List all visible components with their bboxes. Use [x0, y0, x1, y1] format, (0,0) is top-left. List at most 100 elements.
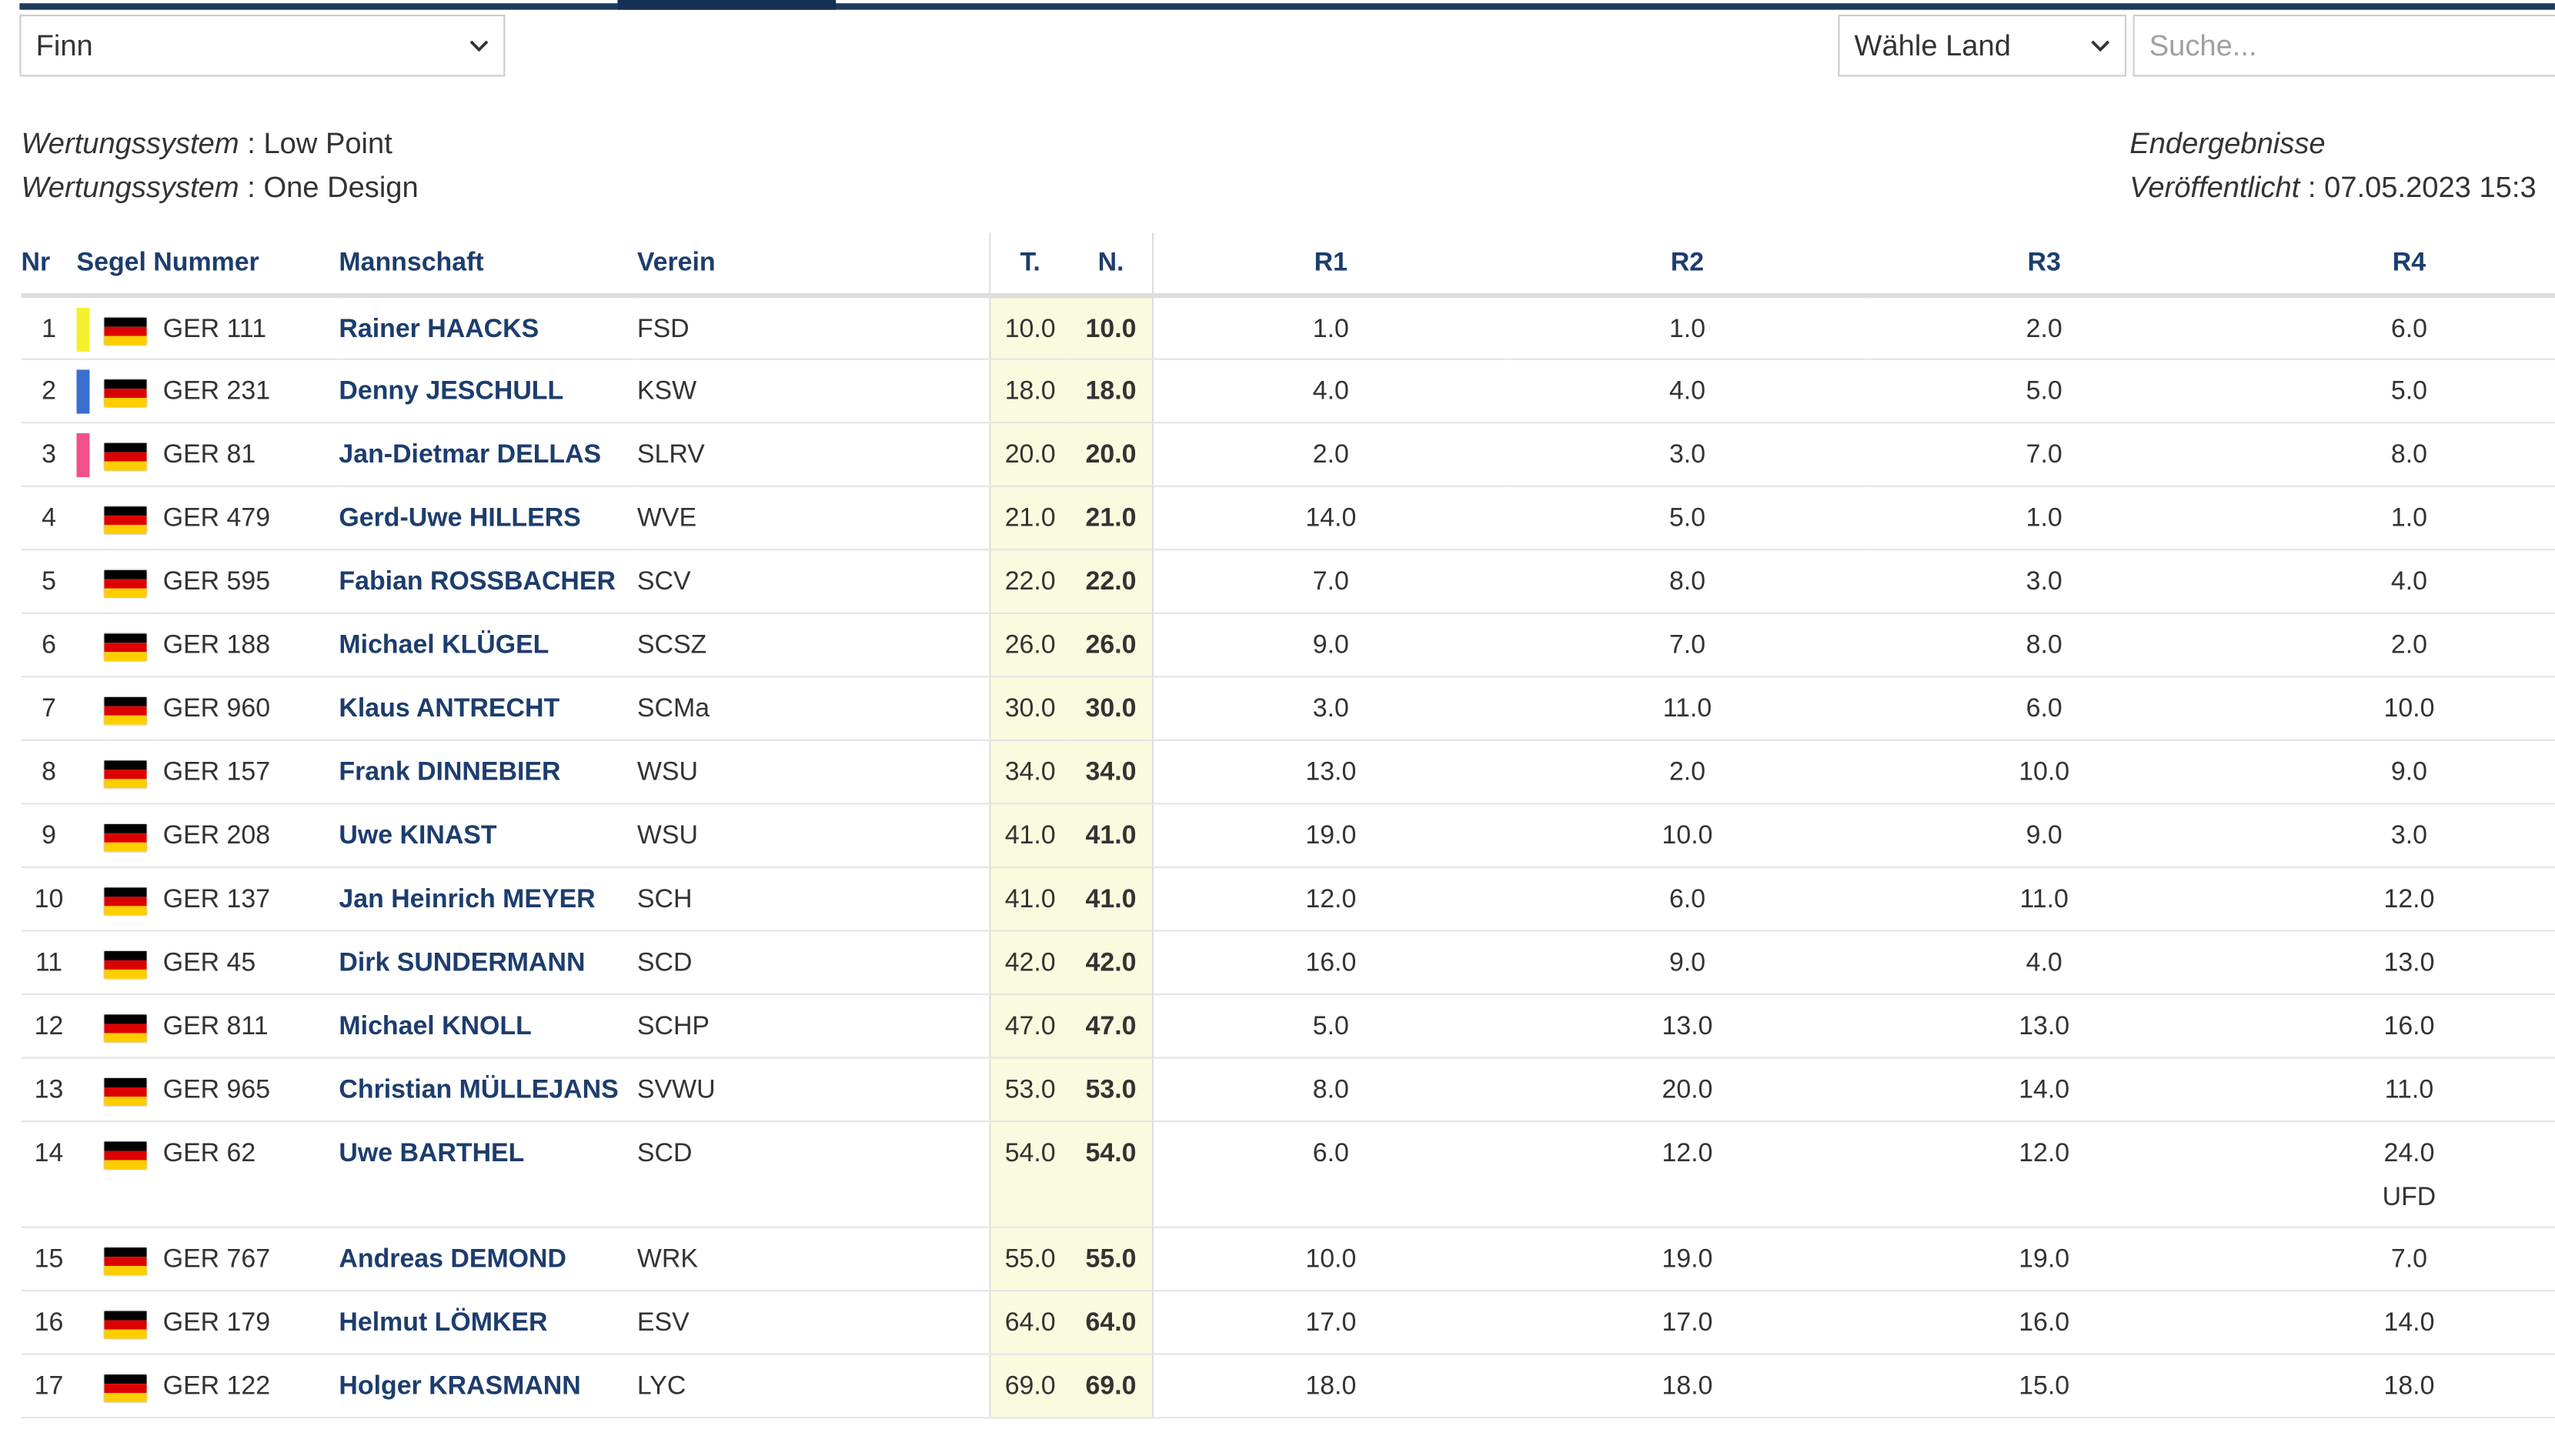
table-row[interactable]: 8 GER 157 Frank DINNEBIER WSU 34.0 34.0 13.0 2.… — [21, 740, 2555, 805]
crew-name[interactable]: Andreas DEMOND — [339, 1227, 637, 1292]
race-2-points: 18.0 — [1508, 1354, 1866, 1419]
race-4-cell: 18.0 — [2223, 1354, 2555, 1419]
class-select-value: Finn — [35, 28, 93, 62]
total-points: 34.0 — [988, 740, 1071, 805]
sail-number-cell: GER 595 — [104, 549, 339, 614]
club: SCMa — [636, 676, 990, 741]
crew-name[interactable]: Rainer HAACKS — [339, 296, 637, 360]
crew-name[interactable]: Gerd-Uwe HILLERS — [339, 486, 637, 551]
crew-name[interactable]: Uwe KINAST — [339, 803, 637, 868]
medal-cell — [76, 740, 105, 805]
sail-number: GER 45 — [162, 949, 256, 977]
sail-number: GER 122 — [162, 1373, 271, 1401]
sail-number-cell: GER 157 — [104, 740, 339, 805]
medal-cell — [76, 296, 105, 360]
net-points: 41.0 — [1070, 867, 1154, 932]
table-row[interactable]: 10 GER 137 Jan Heinrich MEYER SCH 41.0 41.0 12… — [21, 867, 2555, 932]
germany-flag-icon — [104, 506, 147, 535]
crew-name[interactable]: Dirk SUNDERMANN — [339, 930, 637, 996]
search-input[interactable] — [2133, 15, 2555, 77]
table-row[interactable]: 3 GER 81 Jan-Dietmar DELLAS SLRV 20.0 20.0 2.0… — [21, 422, 2555, 487]
race-4-points: 10.0 — [2383, 695, 2435, 723]
race-1-points: 12.0 — [1151, 867, 1509, 932]
crew-name[interactable]: Jan Heinrich MEYER — [339, 867, 637, 932]
total-points: 42.0 — [988, 930, 1071, 996]
header-r3[interactable]: R3 — [1865, 232, 2223, 299]
sail-number: GER 595 — [162, 568, 271, 596]
sail-number: GER 62 — [162, 1140, 256, 1168]
club: ESV — [636, 1291, 990, 1355]
crew-name[interactable]: Jan-Dietmar DELLAS — [339, 422, 637, 487]
club: SCD — [636, 930, 990, 996]
race-3-points: 12.0 — [1865, 1121, 2223, 1228]
crew-name[interactable]: Christian MÜLLEJANS — [339, 1057, 637, 1123]
table-row[interactable]: 11 GER 45 Dirk SUNDERMANN SCD 42.0 42.0 16.0 9.… — [21, 930, 2555, 996]
race-3-points: 13.0 — [1865, 994, 2223, 1059]
crew-name[interactable]: Helmut LÖMKER — [339, 1291, 637, 1355]
race-4-cell: 10.0 — [2223, 676, 2555, 741]
race-3-points: 10.0 — [1865, 740, 2223, 805]
race-3-points: 1.0 — [1865, 486, 2223, 551]
table-row[interactable]: 7 GER 960 Klaus ANTRECHT SCMa 30.0 30.0 3.0 11.… — [21, 676, 2555, 741]
crew-name[interactable]: Uwe BARTHEL — [339, 1121, 637, 1228]
race-1-points: 4.0 — [1151, 359, 1509, 424]
medal-cell — [76, 994, 105, 1059]
crew-name[interactable]: Michael KNOLL — [339, 994, 637, 1059]
crew-name[interactable]: Denny JESCHULL — [339, 359, 637, 424]
race-3-points: 2.0 — [1865, 296, 2223, 360]
table-row[interactable]: 1 GER 111 Rainer HAACKS FSD 10.0 10.0 1.0 1.0 2.… — [21, 296, 2555, 360]
crew-name[interactable]: Fabian ROSSBACHER — [339, 549, 637, 614]
race-2-points: 13.0 — [1508, 994, 1866, 1059]
table-row[interactable]: 13 GER 965 Christian MÜLLEJANS SVWU 53.0 53.0… — [21, 1057, 2555, 1123]
table-row[interactable]: 16 GER 179 Helmut LÖMKER ESV 64.0 64.0 17.0 17.… — [21, 1291, 2555, 1355]
table-row[interactable]: 15 GER 767 Andreas DEMOND WRK 55.0 55.0 10.0 19… — [21, 1227, 2555, 1292]
table-row[interactable]: 6 GER 188 Michael KLÜGEL SCSZ 26.0 26.0 9.0 7.0… — [21, 613, 2555, 678]
rank: 17 — [21, 1354, 77, 1419]
crew-name[interactable]: Frank DINNEBIER — [339, 740, 637, 805]
race-2-points: 2.0 — [1508, 740, 1866, 805]
header-r2[interactable]: R2 — [1508, 232, 1866, 299]
race-2-points: 11.0 — [1508, 676, 1866, 741]
table-row[interactable]: 12 GER 811 Michael KNOLL SCHP 47.0 47.0 5.0 13.… — [21, 994, 2555, 1059]
published-line: Veröffentlicht : 07.05.2023 15:3 — [2129, 171, 2537, 204]
header-r1[interactable]: R1 — [1151, 232, 1509, 299]
crew-name[interactable]: Michael KLÜGEL — [339, 613, 637, 678]
total-points: 69.0 — [988, 1354, 1071, 1419]
race-3-points: 14.0 — [1865, 1057, 2223, 1123]
sail-number-cell: GER 960 — [104, 676, 339, 741]
club: FSD — [636, 296, 990, 360]
header-net[interactable]: N. — [1070, 232, 1154, 299]
table-row[interactable]: 9 GER 208 Uwe KINAST WSU 41.0 41.0 19.0 10.0 9.0… — [21, 803, 2555, 868]
race-4-points: 12.0 — [2383, 886, 2435, 914]
header-sail-number[interactable]: Segel Nummer — [76, 232, 339, 299]
header-club[interactable]: Verein — [636, 232, 990, 299]
rank: 4 — [21, 486, 77, 551]
club: SCV — [636, 549, 990, 614]
active-tab-indicator[interactable] — [617, 0, 837, 10]
race-4-cell: 7.0 — [2223, 1227, 2555, 1292]
race-4-cell: 1.0 — [2223, 486, 2555, 551]
table-row[interactable]: 17 GER 122 Holger KRASMANN LYC 69.0 69.0 18.0 1… — [21, 1354, 2555, 1419]
table-row[interactable]: 5 GER 595 Fabian ROSSBACHER SCV 22.0 22.0 7.0 8… — [21, 549, 2555, 614]
club: WSU — [636, 803, 990, 868]
country-select[interactable]: Wähle Land — [1838, 15, 2127, 77]
table-row[interactable]: 14 GER 62 Uwe BARTHEL SCD 54.0 54.0 6.0 12.0 12.… — [21, 1121, 2555, 1228]
header-crew[interactable]: Mannschaft — [339, 232, 637, 299]
sail-number-cell: GER 479 — [104, 486, 339, 551]
sail-number: GER 960 — [162, 695, 271, 723]
header-r4[interactable]: R4 — [2223, 232, 2555, 299]
crew-name[interactable]: Klaus ANTRECHT — [339, 676, 637, 741]
medal-cell — [76, 1121, 105, 1228]
header-nr[interactable]: Nr — [21, 232, 77, 299]
table-row[interactable]: 2 GER 231 Denny JESCHULL KSW 18.0 18.0 4.0 4.0 5… — [21, 359, 2555, 424]
germany-flag-icon — [104, 379, 147, 408]
germany-flag-icon — [104, 442, 147, 471]
tab-bar — [19, 0, 2555, 10]
table-row[interactable]: 4 GER 479 Gerd-Uwe HILLERS WVE 21.0 21.0 14.0 5… — [21, 486, 2555, 551]
sail-number: GER 231 — [162, 377, 271, 406]
header-total[interactable]: T. — [988, 232, 1071, 299]
medal-cell — [76, 930, 105, 996]
crew-name[interactable]: Holger KRASMANN — [339, 1354, 637, 1419]
rank: 5 — [21, 549, 77, 614]
class-select[interactable]: Finn — [19, 15, 506, 77]
